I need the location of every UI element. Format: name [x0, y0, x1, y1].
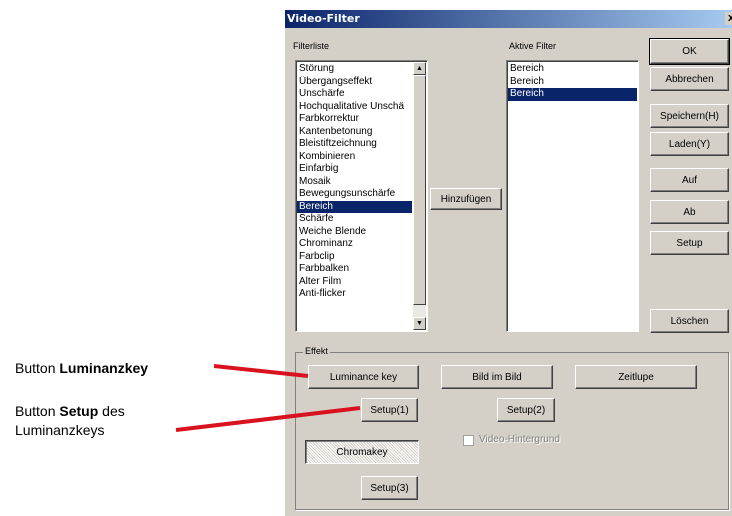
annotation-lines — [175, 364, 361, 432]
annotation-line-setup — [175, 406, 361, 432]
annotation-line-luminanzkey — [213, 364, 309, 378]
